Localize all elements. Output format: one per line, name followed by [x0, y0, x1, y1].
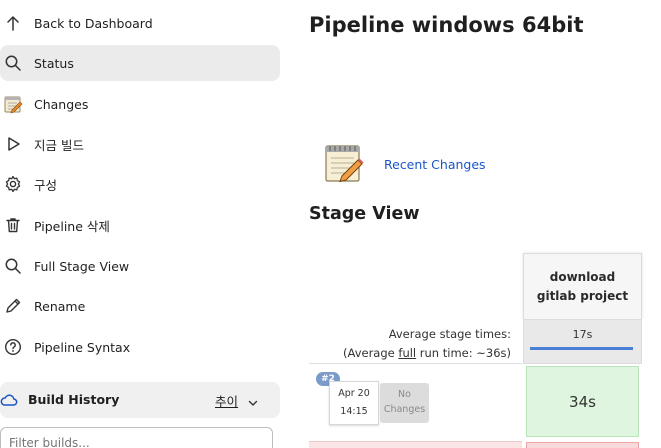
stage-average-progress — [530, 347, 633, 350]
sidebar-item-pipeline-syntax[interactable]: Pipeline Syntax — [0, 329, 280, 365]
sidebar-item-delete-pipeline[interactable]: Pipeline 삭제 — [0, 207, 280, 243]
play-icon — [3, 134, 23, 154]
search-icon — [3, 53, 23, 73]
chevron-down-icon[interactable] — [247, 394, 259, 406]
sidebar-item-full-stage-view[interactable]: Full Stage View — [0, 248, 280, 284]
full-link[interactable]: full — [398, 346, 416, 360]
avg-full-suffix: run time: ~36s) — [416, 346, 511, 360]
sidebar-item-build-now[interactable]: 지금 빌드 — [0, 126, 280, 162]
stage-average-time: 17s — [572, 328, 593, 341]
build-history-header: Build History 추이 — [0, 382, 280, 418]
gear-icon — [3, 174, 23, 194]
sidebar-item-label: Pipeline 삭제 — [34, 218, 110, 234]
sidebar-item-changes[interactable]: Changes — [0, 86, 280, 122]
stage-header: download gitlab project — [523, 253, 642, 319]
cloud-icon — [0, 391, 18, 409]
sidebar-item-label: Rename — [34, 298, 86, 314]
arrow-up-icon — [3, 13, 23, 33]
help-icon — [3, 337, 23, 357]
sidebar-item-label: Status — [34, 55, 74, 71]
build-changes[interactable]: No Changes — [380, 383, 429, 423]
average-stage-times-label: Average stage times: — [388, 327, 511, 341]
stage-view-heading: Stage View — [309, 204, 420, 224]
sidebar-item-rename[interactable]: Rename — [0, 288, 280, 324]
trend-link[interactable]: 추이 — [215, 391, 238, 410]
stage-cell-failed[interactable] — [526, 442, 639, 448]
sidebar: Back to Dashboard Status Changes 지금 빌드 구… — [0, 0, 290, 448]
trash-icon — [3, 215, 23, 235]
recent-changes-link[interactable]: Recent Changes — [384, 157, 486, 172]
sidebar-item-label: 구성 — [34, 177, 58, 193]
avg-full-prefix: (Average — [343, 346, 399, 360]
stage-name: download gitlab project — [536, 269, 629, 303]
sidebar-item-label: Back to Dashboard — [34, 15, 153, 31]
page-title: Pipeline windows 64bit — [309, 13, 584, 37]
build-history-title: Build History — [28, 392, 120, 407]
search-icon — [3, 256, 23, 276]
sidebar-item-label: Pipeline Syntax — [34, 339, 131, 355]
filter-builds-input[interactable] — [9, 436, 259, 448]
sidebar-item-label: 지금 빌드 — [34, 137, 84, 153]
average-full-run-time: (Average full run time: ~36s) — [343, 346, 511, 360]
filter-builds-box — [0, 427, 273, 448]
notepad-icon — [3, 94, 23, 114]
build-date-box: Apr 20 14:15 — [329, 381, 379, 425]
sidebar-item-label: Changes — [34, 96, 89, 112]
stage-average-progress-fill — [530, 347, 633, 350]
stage-average-cell: 17s — [523, 319, 642, 364]
build-time: 14:15 — [340, 406, 368, 417]
row-divider — [309, 363, 522, 364]
pencil-icon — [3, 296, 23, 316]
table-row — [309, 441, 522, 448]
build-date: Apr 20 — [338, 388, 370, 399]
sidebar-item-status[interactable]: Status — [0, 45, 280, 81]
recent-changes-icon — [322, 141, 366, 185]
sidebar-item-back-to-dashboard[interactable]: Back to Dashboard — [0, 5, 280, 41]
sidebar-item-configure[interactable]: 구성 — [0, 166, 280, 202]
stage-cell-success[interactable]: 34s — [526, 366, 639, 437]
sidebar-item-label: Full Stage View — [34, 258, 130, 274]
